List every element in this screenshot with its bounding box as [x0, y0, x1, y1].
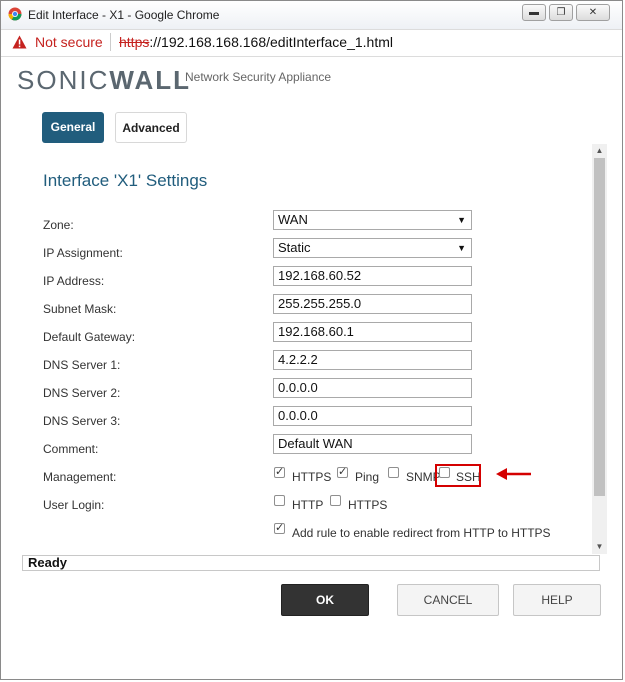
management-snmp-checkbox[interactable] — [388, 467, 399, 478]
warning-icon — [12, 35, 27, 49]
status-bar: Ready — [22, 555, 600, 571]
chrome-icon — [8, 7, 22, 21]
restore-button[interactable]: ❐ — [549, 4, 573, 21]
ssh-highlight-box — [435, 464, 481, 487]
ok-button[interactable]: OK — [281, 584, 369, 616]
scroll-thumb[interactable] — [594, 158, 605, 496]
dns-server-3-input[interactable]: 0.0.0.0 — [273, 406, 472, 426]
minimize-button[interactable]: ▬ — [522, 4, 546, 21]
dns-server-1-input[interactable]: 4.2.2.2 — [273, 350, 472, 370]
dropdown-arrow-icon: ▼ — [457, 215, 466, 225]
management-ping-label: Ping — [355, 470, 380, 484]
url-path: ://192.168.168.168/editInterface_1.html — [149, 34, 393, 50]
default-gateway-input[interactable]: 192.168.60.1 — [273, 322, 472, 342]
ip-assignment-select[interactable]: Static ▼ — [273, 238, 472, 258]
dropdown-arrow-icon: ▼ — [457, 243, 466, 253]
management-https-label: HTTPS — [292, 470, 332, 484]
help-button[interactable]: HELP — [513, 584, 601, 616]
user-login-http-label: HTTP — [292, 498, 324, 512]
subnet-mask-label: Subnet Mask: — [43, 302, 117, 316]
cancel-button[interactable]: CANCEL — [397, 584, 499, 616]
minimize-icon: ▬ — [529, 7, 539, 18]
security-status[interactable]: Not secure — [35, 34, 103, 50]
url-text[interactable]: https://192.168.168.168/editInterface_1.… — [119, 34, 393, 50]
user-login-https-checkbox[interactable] — [330, 495, 341, 506]
panel-scrollbar[interactable]: ▲ ▼ — [592, 144, 607, 554]
dns-server-3-label: DNS Server 3: — [43, 414, 121, 428]
logo-part-sonic: SONIC — [17, 65, 110, 95]
scroll-up-arrow-icon[interactable]: ▲ — [595, 146, 604, 156]
logo-part-wall: WALL — [109, 65, 191, 95]
url-scheme: https — [119, 34, 150, 50]
management-https-checkbox[interactable] — [274, 465, 285, 478]
user-login-http-checkbox[interactable] — [274, 495, 285, 506]
management-ping-checkbox[interactable] — [337, 465, 348, 478]
ip-address-label: IP Address: — [43, 274, 105, 288]
user-login-https-label: HTTPS — [348, 498, 388, 512]
management-label: Management: — [43, 470, 117, 484]
section-title: Interface 'X1' Settings — [43, 171, 208, 190]
zone-value: WAN — [278, 212, 308, 227]
title-bar: Edit Interface - X1 - Google Chrome ▬ ❐ … — [1, 1, 622, 29]
red-arrow-icon — [496, 468, 531, 480]
ip-assignment-label: IP Assignment: — [43, 246, 123, 260]
user-login-label: User Login: — [43, 498, 105, 512]
zone-select[interactable]: WAN ▼ — [273, 210, 472, 230]
browser-window: Edit Interface - X1 - Google Chrome ▬ ❐ … — [0, 0, 623, 680]
address-bar[interactable]: Not secure https://192.168.168.168/editI… — [1, 29, 622, 57]
sonicwall-logo: SONICWALL — [17, 65, 191, 96]
window-title: Edit Interface - X1 - Google Chrome — [28, 8, 220, 22]
redirect-checkbox[interactable] — [274, 521, 285, 534]
default-gateway-label: Default Gateway: — [43, 330, 136, 344]
subnet-mask-input[interactable]: 255.255.255.0 — [273, 294, 472, 314]
brand-subtitle: Network Security Appliance — [185, 70, 332, 84]
restore-icon: ❐ — [556, 7, 566, 18]
tab-general[interactable]: General — [42, 112, 104, 143]
dns-server-2-label: DNS Server 2: — [43, 386, 121, 400]
tab-advanced[interactable]: Advanced — [115, 112, 187, 143]
redirect-label: Add rule to enable redirect from HTTP to… — [292, 526, 551, 540]
ip-address-input[interactable]: 192.168.60.52 — [273, 266, 472, 286]
address-separator — [110, 33, 111, 51]
zone-label: Zone: — [43, 218, 74, 232]
comment-label: Comment: — [43, 442, 99, 456]
comment-input[interactable]: Default WAN — [273, 434, 472, 454]
close-icon: ✕ — [588, 7, 598, 18]
dns-server-2-input[interactable]: 0.0.0.0 — [273, 378, 472, 398]
close-button[interactable]: ✕ — [576, 4, 610, 21]
dns-server-1-label: DNS Server 1: — [43, 358, 121, 372]
ip-assignment-value: Static — [278, 240, 311, 255]
scroll-down-arrow-icon[interactable]: ▼ — [595, 542, 604, 552]
